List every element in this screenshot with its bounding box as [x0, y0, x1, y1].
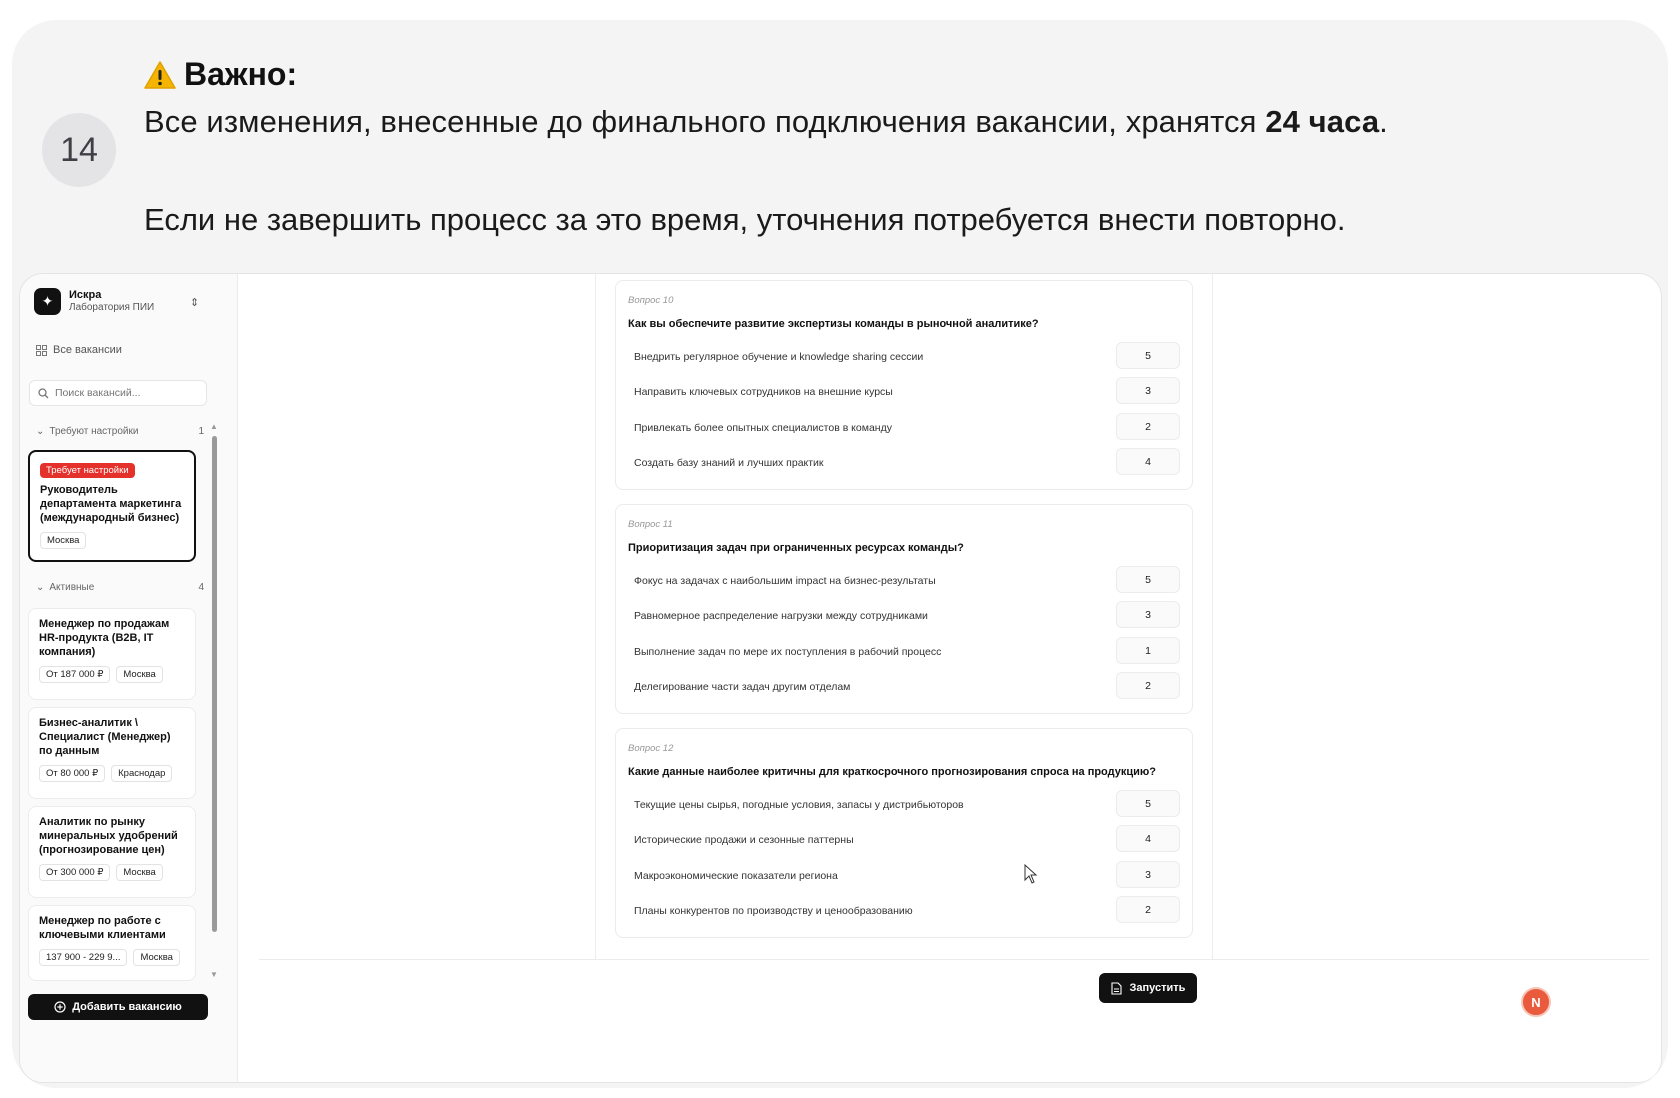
footer-divider — [259, 959, 1649, 960]
app-screenshot: ✦ Искра Лаборатория ПИИ ⇕ Все вакансии ⌄… — [19, 273, 1662, 1083]
vacancy-card[interactable]: Менеджер по продажам HR-продукта (B2B, I… — [28, 608, 196, 700]
vacancy-title: Менеджер по работе с ключевыми клиентами — [39, 915, 166, 941]
score-input[interactable]: 2 — [1116, 672, 1180, 699]
answer-option: Создать базу знаний и лучших практик — [634, 457, 824, 469]
location-tag: Москва — [116, 666, 163, 683]
question-number: Вопрос 10 — [628, 295, 674, 306]
group-setup-label: Требуют настройки — [49, 426, 139, 437]
vacancy-card[interactable]: Аналитик по рынку минеральных удобрений … — [28, 806, 196, 898]
score-input[interactable]: 3 — [1116, 861, 1180, 888]
location-tag: Москва — [116, 864, 163, 881]
salary-tag: От 300 000 ₽ — [39, 864, 111, 881]
group-active-count: 4 — [198, 582, 204, 593]
vacancy-title: Менеджер по продажам HR-продукта (B2B, I… — [39, 618, 170, 658]
group-setup-count: 1 — [198, 426, 204, 437]
salary-tag: От 80 000 ₽ — [39, 765, 106, 782]
questions-column: Вопрос 10 Как вы обеспечите развитие экс… — [595, 274, 1213, 959]
answer-option: Направить ключевых сотрудников на внешни… — [634, 386, 893, 398]
warning-icon — [144, 60, 176, 89]
question-title: Приоритизация задач при ограниченных рес… — [628, 542, 964, 554]
question-card: Вопрос 10 Как вы обеспечите развитие экс… — [615, 280, 1193, 490]
warning-line-2: Если не завершить процесс за это время, … — [144, 202, 1346, 237]
question-title: Какие данные наиболее критичны для кратк… — [628, 766, 1157, 778]
answer-option: Выполнение задач по мере их поступления … — [634, 646, 942, 658]
sidebar: ✦ Искра Лаборатория ПИИ ⇕ Все вакансии ⌄… — [20, 274, 238, 1082]
run-button[interactable]: Запустить — [1099, 973, 1197, 1003]
question-number: Вопрос 11 — [628, 519, 673, 530]
answer-option: Текущие цены сырья, погодные условия, за… — [634, 799, 964, 811]
brand-name: Искра — [69, 289, 102, 301]
vacancy-title: Аналитик по рынку минеральных удобрений … — [39, 816, 178, 856]
avatar[interactable]: N — [1521, 987, 1551, 1017]
brand[interactable]: ✦ Искра Лаборатория ПИИ — [34, 288, 154, 315]
status-badge: Требует настройки — [40, 463, 135, 478]
answer-option: Равномерное распределение нагрузки между… — [634, 610, 928, 622]
answer-option: Планы конкурентов по производству и цено… — [634, 905, 913, 917]
run-label: Запустить — [1129, 982, 1186, 994]
score-input[interactable]: 5 — [1116, 566, 1180, 593]
scroll-down-arrow[interactable]: ▼ — [210, 970, 218, 979]
score-input[interactable]: 3 — [1116, 377, 1180, 404]
vacancy-card[interactable]: Бизнес-аналитик \ Специалист (Менеджер) … — [28, 707, 196, 799]
sparkle-icon: ✦ — [34, 288, 61, 315]
warning-line-1: Все изменения, внесенные до финального п… — [144, 104, 1388, 140]
scrollbar-thumb[interactable] — [212, 436, 217, 932]
score-input[interactable]: 2 — [1116, 413, 1180, 440]
grid-icon — [36, 344, 47, 356]
answer-option: Внедрить регулярное обучение и knowledge… — [634, 351, 924, 363]
mouse-cursor-icon — [1024, 864, 1038, 884]
group-active-header[interactable]: ⌄ Активные 4 — [36, 582, 204, 593]
search-icon — [38, 387, 49, 398]
search-input[interactable] — [55, 387, 195, 399]
score-input[interactable]: 4 — [1116, 825, 1180, 852]
answer-option: Макроэкономические показатели региона — [634, 870, 838, 882]
line1-prefix: Все изменения, внесенные до финального п… — [144, 104, 1266, 139]
salary-tag: 137 900 - 229 9... — [39, 949, 128, 966]
answer-option: Привлекать более опытных специалистов в … — [634, 422, 892, 434]
chevron-updown-icon[interactable]: ⇕ — [190, 296, 199, 309]
location-tag: Краснодар — [111, 765, 173, 782]
warning-title: Важно: — [144, 56, 297, 93]
score-input[interactable]: 4 — [1116, 448, 1180, 475]
vacancy-card-selected[interactable]: Требует настройки Руководитель департаме… — [28, 450, 196, 562]
document-icon — [1110, 981, 1122, 995]
scroll-up-arrow[interactable]: ▲ — [210, 422, 218, 431]
answer-option: Фокус на задачах с наибольшим impact на … — [634, 575, 936, 587]
add-vacancy-label: Добавить вакансию — [72, 1001, 182, 1013]
add-vacancy-button[interactable]: Добавить вакансию — [28, 994, 208, 1020]
all-vacancies-label: Все вакансии — [53, 344, 122, 356]
plus-circle-icon — [54, 1001, 66, 1013]
line1-suffix: . — [1379, 104, 1388, 139]
vacancy-title: Руководитель департамента маркетинга (ме… — [40, 484, 182, 524]
vacancy-title: Бизнес-аналитик \ Специалист (Менеджер) … — [39, 717, 171, 757]
answer-option: Делегирование части задач другим отделам — [634, 681, 851, 693]
question-card: Вопрос 12 Какие данные наиболее критичны… — [615, 728, 1193, 938]
vacancy-card[interactable]: Менеджер по работе с ключевыми клиентами… — [28, 905, 196, 981]
chevron-down-icon: ⌄ — [36, 426, 45, 437]
salary-tag: От 187 000 ₽ — [39, 666, 111, 683]
score-input[interactable]: 1 — [1116, 637, 1180, 664]
score-input[interactable]: 5 — [1116, 342, 1180, 369]
location-tag: Москва — [40, 532, 87, 549]
all-vacancies-link[interactable]: Все вакансии — [36, 344, 122, 356]
location-tag: Москва — [133, 949, 180, 966]
question-title: Как вы обеспечите развитие экспертизы ко… — [628, 318, 1039, 330]
group-active-label: Активные — [49, 582, 95, 593]
step-number: 14 — [42, 113, 116, 187]
warning-title-text: Важно: — [184, 56, 298, 92]
chevron-down-icon: ⌄ — [36, 582, 45, 593]
line1-bold: 24 часа — [1265, 104, 1380, 139]
instruction-card: 14 Важно: Все изменения, внесенные до фи… — [12, 20, 1668, 1088]
score-input[interactable]: 5 — [1116, 790, 1180, 817]
question-number: Вопрос 12 — [628, 743, 674, 754]
question-card: Вопрос 11 Приоритизация задач при ограни… — [615, 504, 1193, 714]
score-input[interactable]: 2 — [1116, 896, 1180, 923]
answer-option: Исторические продажи и сезонные паттерны — [634, 834, 854, 846]
search-box[interactable] — [29, 380, 207, 406]
score-input[interactable]: 3 — [1116, 601, 1180, 628]
brand-subtitle: Лаборатория ПИИ — [69, 302, 155, 313]
group-setup-header[interactable]: ⌄ Требуют настройки 1 — [36, 426, 204, 437]
main-content: Вопрос 10 Как вы обеспечите развитие экс… — [239, 274, 1661, 1082]
